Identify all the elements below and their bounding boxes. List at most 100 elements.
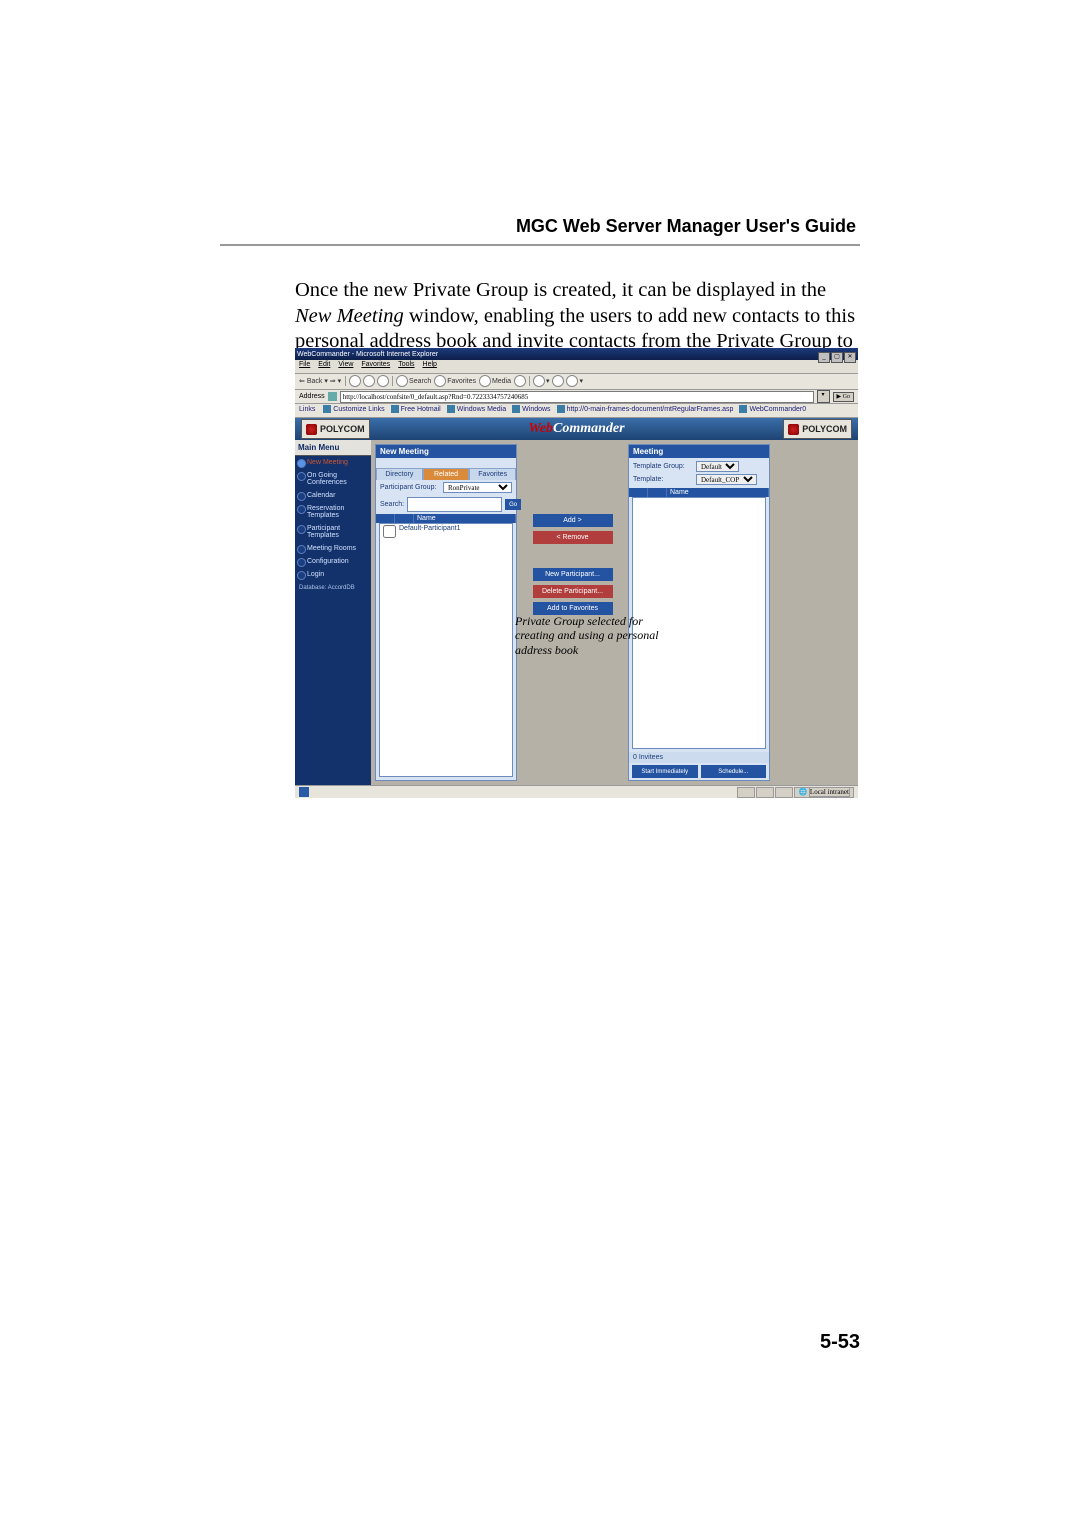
- template-group-select[interactable]: Default: [696, 461, 739, 472]
- left-panel: New Meeting Directory Related Favorites …: [375, 444, 517, 781]
- tool-search[interactable]: Search: [409, 378, 431, 385]
- right-panel: Meeting Template Group:Default Template:…: [628, 444, 770, 781]
- mail-icon[interactable]: [533, 375, 545, 387]
- tab-directory[interactable]: Directory: [376, 468, 423, 480]
- doc-header-title: MGC Web Server Manager User's Guide: [516, 216, 856, 237]
- list-item[interactable]: Default-Participant1: [380, 524, 512, 539]
- left-panel-heading: New Meeting: [376, 445, 516, 458]
- left-panel-tabs[interactable]: Directory Related Favorites: [376, 468, 516, 480]
- sidebar-item-configuration[interactable]: Configuration: [295, 555, 371, 568]
- sidebar-db-label: Database: AccordDB: [295, 581, 371, 595]
- sidebar-item-login[interactable]: Login: [295, 568, 371, 581]
- para-text-1: Once the new Private Group is created, i…: [295, 279, 826, 301]
- favorites-icon[interactable]: [434, 375, 446, 387]
- window-titlebar: WebCommander - Microsoft Internet Explor…: [295, 348, 858, 360]
- participant-group-row: Participant Group: RonPrivate: [376, 480, 516, 495]
- polycom-swirl-icon: [788, 424, 799, 435]
- window-buttons[interactable]: _▢✕: [817, 345, 856, 363]
- participant-group-label: Participant Group:: [380, 484, 440, 491]
- menu-edit[interactable]: Edit: [318, 361, 330, 368]
- link-hotmail[interactable]: Free Hotmail: [391, 406, 441, 413]
- status-tray: 🌐 Local intranet: [737, 787, 854, 798]
- link-webcmd[interactable]: WebCommander0: [739, 406, 806, 413]
- tool-media[interactable]: Media: [492, 378, 511, 385]
- history-icon[interactable]: [514, 375, 526, 387]
- app-title: WebCommander: [528, 421, 624, 437]
- right-form: Template Group:Default Template:Default_…: [629, 458, 769, 488]
- sidebar-item-reservation[interactable]: Reservation Templates: [295, 502, 371, 522]
- address-dropdown-icon[interactable]: ▾: [817, 390, 830, 403]
- link-windows[interactable]: Windows: [512, 406, 550, 413]
- schedule-button[interactable]: Schedule...: [701, 765, 767, 778]
- delete-participant-button[interactable]: Delete Participant...: [533, 585, 613, 598]
- minimize-icon[interactable]: _: [818, 352, 830, 363]
- search-row: Search: Go: [376, 495, 516, 514]
- links-label: Links: [299, 406, 315, 413]
- sidebar-item-new-meeting[interactable]: New Meeting: [295, 456, 371, 469]
- sidebar-heading: Main Menu: [295, 440, 371, 456]
- link-customize[interactable]: Customize Links: [323, 406, 384, 413]
- back-label[interactable]: Back: [307, 378, 323, 385]
- template-select[interactable]: Default_COP: [696, 474, 757, 485]
- toolbar[interactable]: ⇐ Back ▾ ⇒ ▾ Search Favorites Media ▾ ▾: [295, 374, 858, 390]
- menu-favorites[interactable]: Favorites: [361, 361, 390, 368]
- search-input[interactable]: [407, 497, 502, 512]
- right-table-header: Name: [629, 488, 769, 497]
- menu-file[interactable]: File: [299, 361, 310, 368]
- start-immediately-button[interactable]: Start Immediately: [632, 765, 698, 778]
- edit-icon[interactable]: [566, 375, 578, 387]
- go-button[interactable]: ▶ Go: [833, 392, 854, 402]
- template-label: Template:: [633, 476, 693, 483]
- window-title: WebCommander - Microsoft Internet Explor…: [297, 351, 438, 358]
- link-raw-url[interactable]: http://0-main-frames-document/mtRegularF…: [557, 406, 734, 413]
- menu-help[interactable]: Help: [423, 361, 437, 368]
- para-text-italic: New Meeting: [295, 305, 404, 327]
- col-name: Name: [414, 514, 516, 523]
- row-checkbox[interactable]: [383, 525, 396, 538]
- left-list[interactable]: Default-Participant1: [379, 523, 513, 777]
- new-participant-button[interactable]: New Participant...: [533, 568, 613, 581]
- sidebar: Main Menu New Meeting On Going Conferenc…: [295, 440, 371, 785]
- screenshot-figure: WebCommander - Microsoft Internet Explor…: [295, 348, 858, 780]
- sidebar-item-ongoing[interactable]: On Going Conferences: [295, 469, 371, 489]
- links-bar[interactable]: Links Customize Links Free Hotmail Windows…: [295, 404, 858, 418]
- col-icon: [648, 488, 667, 497]
- tab-related[interactable]: Related: [423, 468, 470, 480]
- sidebar-item-participant-tmpl[interactable]: Participant Templates: [295, 522, 371, 542]
- print-icon[interactable]: [552, 375, 564, 387]
- media-icon[interactable]: [479, 375, 491, 387]
- invitees-count: 0 Invitees: [629, 752, 769, 763]
- search-icon[interactable]: [396, 375, 408, 387]
- address-bar[interactable]: Address ▾ ▶ Go: [295, 390, 858, 404]
- col-check: [629, 488, 648, 497]
- polycom-logo-left: POLYCOM: [301, 419, 370, 439]
- menu-view[interactable]: View: [338, 361, 353, 368]
- figure-callout: Private Group selected for creating and …: [515, 614, 665, 657]
- right-button-row: Start Immediately Schedule...: [629, 763, 769, 780]
- address-label: Address: [299, 393, 325, 400]
- add-button[interactable]: Add >: [533, 514, 613, 527]
- sidebar-item-meeting-rooms[interactable]: Meeting Rooms: [295, 542, 371, 555]
- link-wmedia[interactable]: Windows Media: [447, 406, 506, 413]
- participant-group-select[interactable]: RonPrivate: [443, 482, 512, 493]
- home-icon[interactable]: [377, 375, 389, 387]
- tool-favorites[interactable]: Favorites: [447, 378, 476, 385]
- address-input[interactable]: [340, 391, 814, 403]
- menu-tools[interactable]: Tools: [398, 361, 414, 368]
- maximize-icon[interactable]: ▢: [831, 352, 843, 363]
- sidebar-item-calendar[interactable]: Calendar: [295, 489, 371, 502]
- template-group-label: Template Group:: [633, 463, 693, 470]
- left-table-header: Name: [376, 514, 516, 523]
- brand-bar: POLYCOM WebCommander POLYCOM: [295, 418, 858, 440]
- row-name: Default-Participant1: [399, 525, 460, 538]
- remove-button[interactable]: < Remove: [533, 531, 613, 544]
- close-icon[interactable]: ✕: [844, 352, 856, 363]
- stop-icon[interactable]: [349, 375, 361, 387]
- tab-favorites[interactable]: Favorites: [469, 468, 516, 480]
- page-number: 5-53: [820, 1331, 860, 1354]
- refresh-icon[interactable]: [363, 375, 375, 387]
- search-go-button[interactable]: Go: [505, 499, 521, 510]
- menubar[interactable]: File Edit View Favorites Tools Help: [295, 360, 858, 374]
- url-favicon: [328, 392, 337, 401]
- search-label: Search:: [380, 501, 404, 508]
